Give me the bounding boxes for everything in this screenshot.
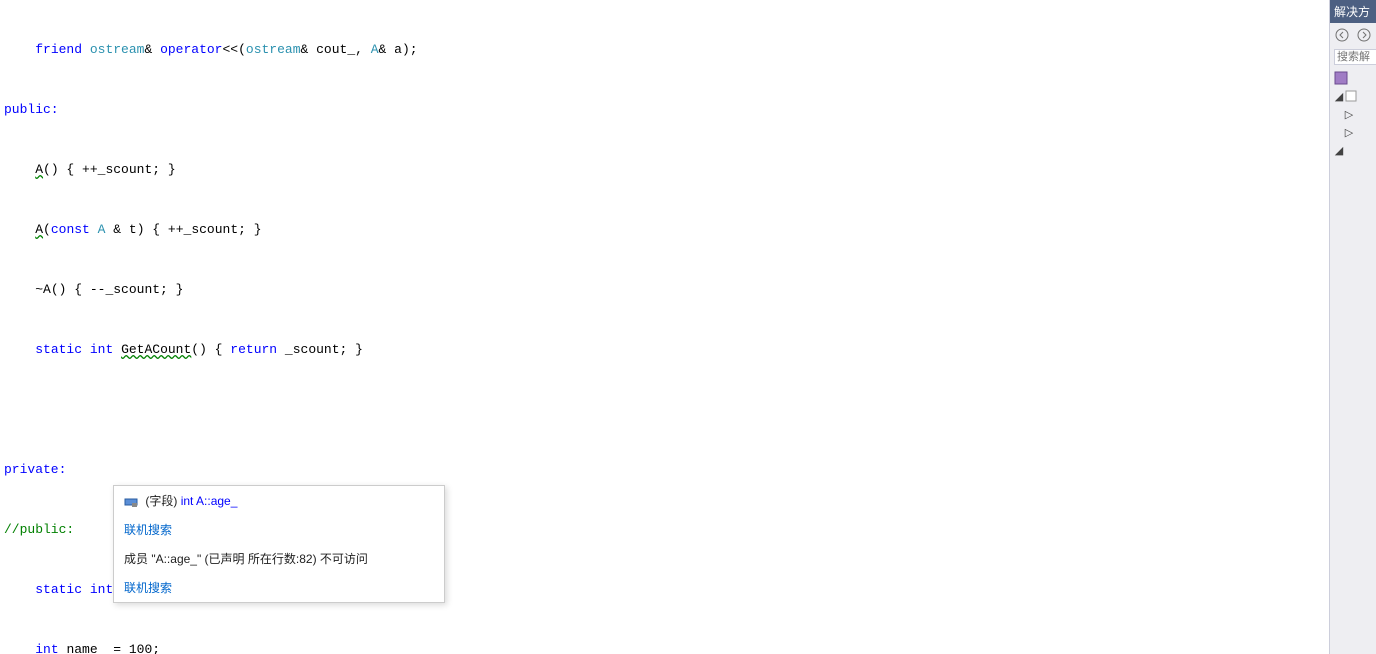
code-line[interactable]: ~A() { --_scount; } <box>0 280 1330 300</box>
keyword-private: private: <box>4 462 66 477</box>
tooltip-error-msg: 成员 "A::age_" (已声明 所在行数:82) 不可访问 <box>114 544 444 573</box>
type-A: A <box>98 222 106 237</box>
keyword-int: int <box>90 342 113 357</box>
keyword-const: const <box>51 222 90 237</box>
keyword-int: int <box>90 582 113 597</box>
identifier: a <box>394 42 402 57</box>
keyword-operator: operator <box>160 42 222 57</box>
expand-arrow-icon[interactable]: ▷ <box>1344 108 1354 121</box>
solution-search-input[interactable] <box>1334 49 1376 65</box>
tooltip-error-text: 成员 "A::age_" (已声明 所在行数:82) 不可访问 <box>124 552 368 566</box>
keyword-int: int <box>35 642 58 654</box>
panel-toolbar <box>1330 23 1376 47</box>
identifier: _scount <box>285 342 340 357</box>
constructor-A: A <box>35 222 43 237</box>
number-literal: 100 <box>129 642 152 654</box>
identifier: cout_ <box>316 42 355 57</box>
keyword-static: static <box>35 342 82 357</box>
code-line[interactable]: static int GetACount() { return _scount;… <box>0 340 1330 360</box>
tree-row-item[interactable]: ▷ <box>1334 105 1372 123</box>
code-line[interactable]: friend ostream& operator<<(ostream& cout… <box>0 40 1330 60</box>
tree-row-node[interactable]: ◢ <box>1334 141 1372 159</box>
online-search-link[interactable]: 联机搜索 <box>124 523 172 537</box>
identifier: _scount <box>105 282 160 297</box>
keyword-static: static <box>35 582 82 597</box>
nav-back-icon[interactable] <box>1334 27 1350 43</box>
expand-arrow-icon[interactable]: ▷ <box>1344 126 1354 139</box>
solution-icon <box>1334 71 1348 85</box>
tree-row-item[interactable]: ▷ <box>1334 123 1372 141</box>
comment: //public: <box>4 522 74 537</box>
type-ostream: ostream <box>246 42 301 57</box>
keyword-public: public: <box>4 102 59 117</box>
identifier: name_ <box>66 642 105 654</box>
identifier: _scount <box>98 162 153 177</box>
hover-tooltip: (字段) int A::age_ 联机搜索 成员 "A::age_" (已声明 … <box>113 485 445 603</box>
project-icon <box>1344 89 1358 103</box>
tree-row-project[interactable]: ◢ <box>1334 87 1372 105</box>
type-ostream: ostream <box>90 42 145 57</box>
panel-title[interactable]: 解决方 <box>1330 0 1376 23</box>
code-line[interactable]: int name_ = 100; <box>0 640 1330 654</box>
online-search-link[interactable]: 联机搜索 <box>124 581 172 595</box>
tooltip-header: (字段) int A::age_ <box>114 486 444 515</box>
solution-search-row <box>1330 47 1376 67</box>
identifier: t <box>129 222 137 237</box>
destructor-A: A <box>43 282 51 297</box>
code-line[interactable]: public: <box>0 100 1330 120</box>
keyword-friend: friend <box>35 42 82 57</box>
constructor-A: A <box>35 162 43 177</box>
code-line[interactable]: A(const A & t) { ++_scount; } <box>0 220 1330 240</box>
keyword-return: return <box>230 342 277 357</box>
expand-arrow-icon[interactable]: ◢ <box>1334 90 1344 103</box>
solution-explorer-panel[interactable]: 解决方 ◢ ▷ ▷ ◢ <box>1329 0 1376 654</box>
tooltip-link-row[interactable]: 联机搜索 <box>114 573 444 602</box>
solution-tree[interactable]: ◢ ▷ ▷ ◢ <box>1330 67 1376 161</box>
tooltip-field-type: int A::age_ <box>181 494 238 508</box>
tooltip-field-label: (字段) <box>145 494 177 508</box>
tooltip-link-row[interactable]: 联机搜索 <box>114 515 444 544</box>
type-A: A <box>371 42 379 57</box>
code-line[interactable]: A() { ++_scount; } <box>0 160 1330 180</box>
tree-row-solution[interactable] <box>1334 69 1372 87</box>
nav-forward-icon[interactable] <box>1356 27 1372 43</box>
code-line[interactable] <box>0 400 1330 420</box>
field-icon <box>124 495 138 509</box>
collapse-arrow-icon[interactable]: ◢ <box>1334 144 1344 157</box>
identifier: _scount <box>184 222 239 237</box>
code-line[interactable]: private: <box>0 460 1330 480</box>
method-GetACount: GetACount <box>121 342 191 357</box>
